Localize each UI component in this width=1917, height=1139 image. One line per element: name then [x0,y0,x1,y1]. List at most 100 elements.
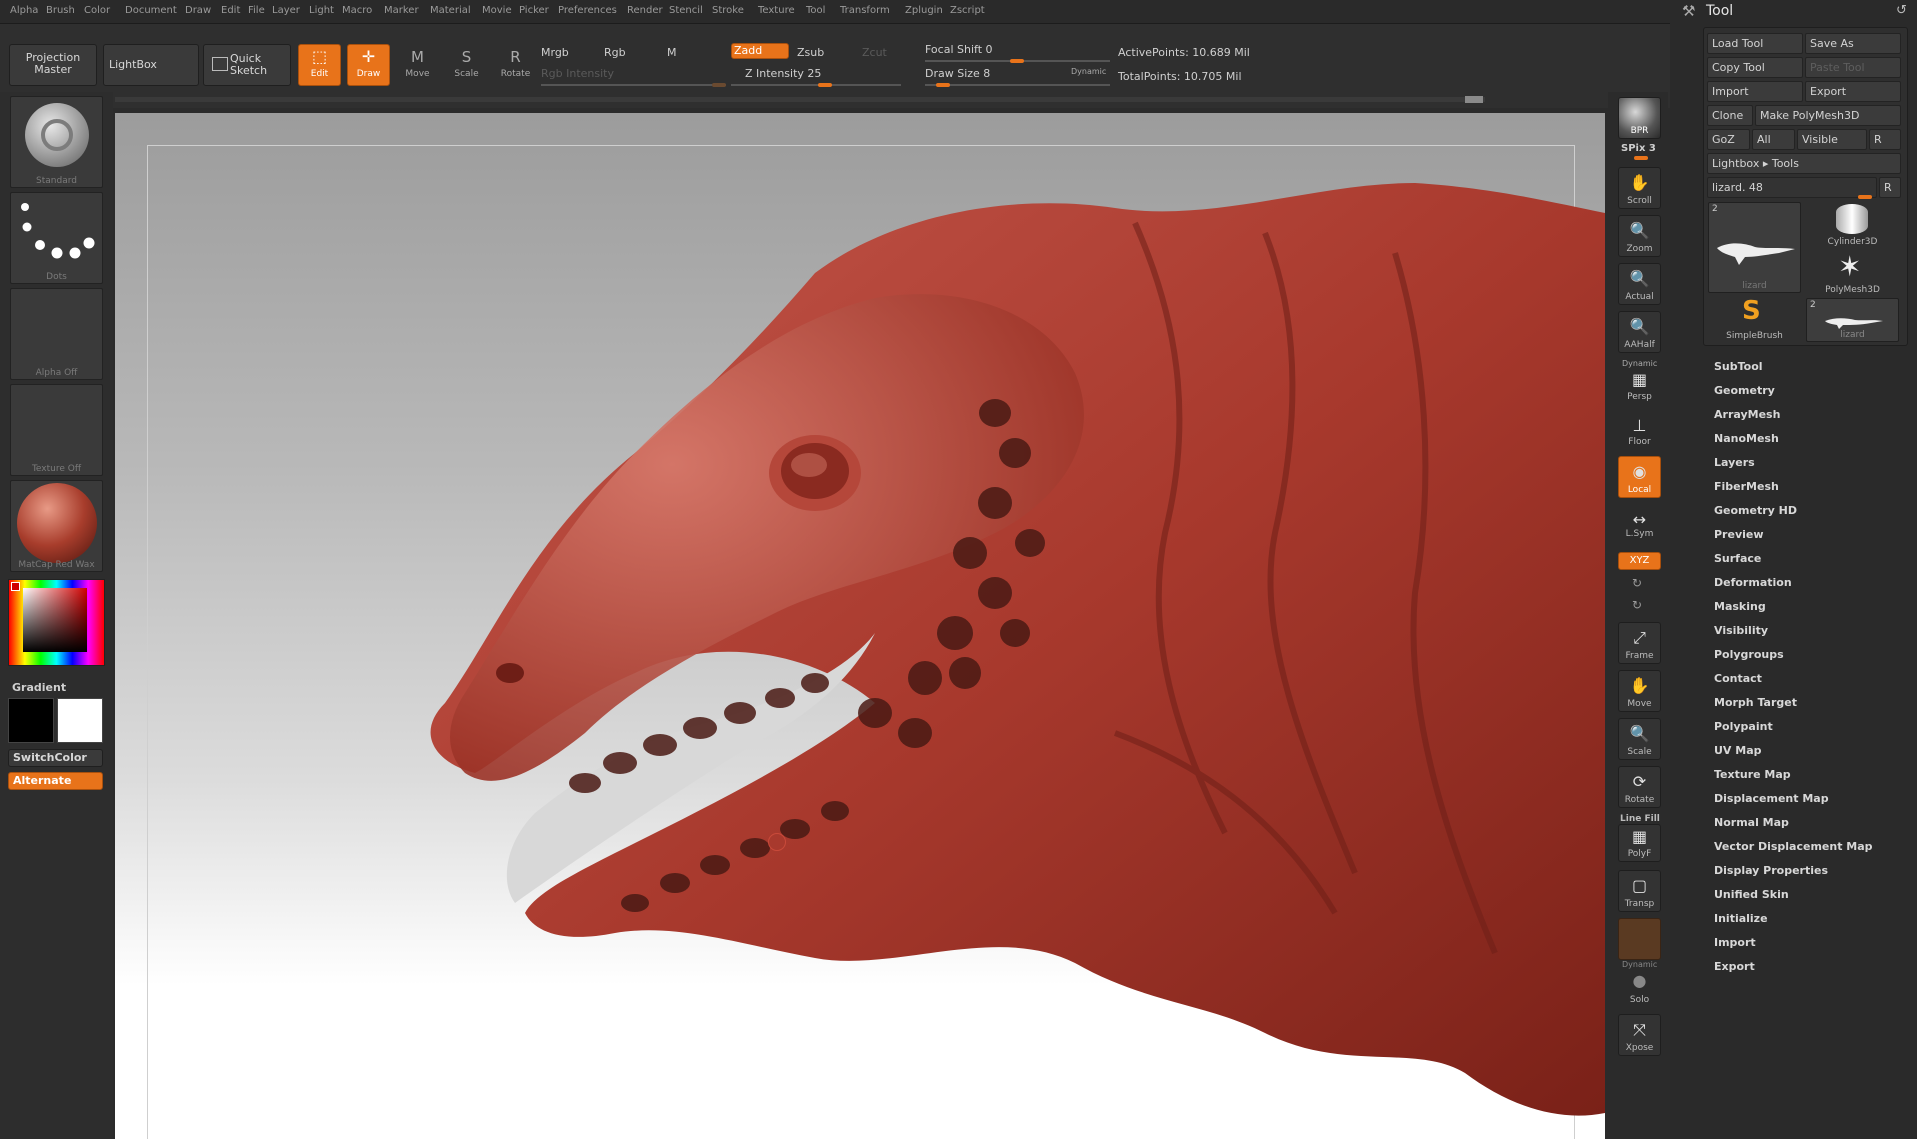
menu-render[interactable]: Render [627,5,663,16]
brush-thumbnail[interactable]: Standard [10,96,103,188]
rotate-button[interactable]: R Rotate [494,44,537,86]
section-geometry-hd[interactable]: Geometry HD [1714,504,1797,517]
menu-movie[interactable]: Movie [482,5,512,16]
dynamic-label[interactable]: Dynamic [1071,67,1106,76]
frame-button[interactable]: ⤢ Frame [1618,622,1661,664]
section-polypaint[interactable]: Polypaint [1714,720,1773,733]
goz-button[interactable]: GoZ [1707,129,1750,150]
rgb-intensity-knob[interactable] [712,83,726,87]
menu-tool[interactable]: Tool [806,5,825,16]
rgb-toggle[interactable]: Rgb [604,46,626,59]
goz-all-button[interactable]: All [1752,129,1795,150]
current-tool-r-button[interactable]: R [1879,177,1901,198]
export-button[interactable]: Export [1805,81,1901,102]
menu-material[interactable]: Material [430,5,471,16]
local-button[interactable]: ◉ Local [1618,456,1661,498]
section-layers[interactable]: Layers [1714,456,1755,469]
section-geometry[interactable]: Geometry [1714,384,1775,397]
menu-color[interactable]: Color [84,5,110,16]
persp-button[interactable]: ▦ Persp [1618,369,1661,405]
section-normal-map[interactable]: Normal Map [1714,816,1789,829]
lsym-button[interactable]: ↔ L.Sym [1618,504,1661,542]
solo-button[interactable]: ● Solo [1618,970,1661,1008]
menu-layer[interactable]: Layer [272,5,300,16]
scale-view-button[interactable]: 🔍 Scale [1618,718,1661,760]
primary-color-swatch[interactable] [8,698,54,743]
menu-edit[interactable]: Edit [221,5,240,16]
tool-palette-title[interactable]: Tool [1706,3,1733,19]
menu-stroke[interactable]: Stroke [712,5,744,16]
toolbar-scroll-strip[interactable] [115,97,1485,102]
section-unified-skin[interactable]: Unified Skin [1714,888,1789,901]
tool-tile-lizard-2[interactable]: 2 lizard [1806,298,1899,342]
bpr-button[interactable]: BPR [1618,97,1661,139]
draw-size-slider[interactable] [925,84,1110,86]
clone-button[interactable]: Clone [1707,105,1753,126]
xpose-button[interactable]: ⤧ Xpose [1618,1014,1661,1056]
rotate-y-icon[interactable]: ↻ [1632,576,1642,590]
alpha-thumbnail[interactable]: Alpha Off [10,288,103,380]
draw-size-knob[interactable] [936,83,950,87]
floor-button[interactable]: ⊥ Floor [1618,410,1661,450]
paste-tool-button[interactable]: Paste Tool [1805,57,1901,78]
projection-master-button[interactable]: Projection Master [9,44,97,86]
z-intensity-knob[interactable] [818,83,832,87]
section-displacement-map[interactable]: Displacement Map [1714,792,1829,805]
tool-tile-simplebrush[interactable]: S SimpleBrush [1708,296,1801,342]
color-picker[interactable] [8,579,105,666]
section-nanomesh[interactable]: NanoMesh [1714,432,1779,445]
section-fibermesh[interactable]: FiberMesh [1714,480,1779,493]
menu-alpha[interactable]: Alpha [10,5,38,16]
draw-button[interactable]: ✛ Draw [347,44,390,86]
section-preview[interactable]: Preview [1714,528,1764,541]
section-uv-map[interactable]: UV Map [1714,744,1762,757]
menu-file[interactable]: File [248,5,265,16]
actual-button[interactable]: 🔍 Actual [1618,263,1661,305]
section-visibility[interactable]: Visibility [1714,624,1768,637]
section-texture-map[interactable]: Texture Map [1714,768,1791,781]
move-view-button[interactable]: ✋ Move [1618,670,1661,712]
move-button[interactable]: M Move [396,44,439,86]
quick-sketch-button[interactable]: Quick Sketch [203,44,291,86]
scroll-button[interactable]: ✋ Scroll [1618,167,1661,209]
document-canvas[interactable] [115,113,1605,1139]
menu-marker[interactable]: Marker [384,5,419,16]
zoom-button[interactable]: 🔍 Zoom [1618,215,1661,257]
section-contact[interactable]: Contact [1714,672,1762,685]
edit-button[interactable]: ⬚ Edit [298,44,341,86]
section-arraymesh[interactable]: ArrayMesh [1714,408,1780,421]
gradient-label[interactable]: Gradient [12,681,66,694]
aahalf-button[interactable]: 🔍 AAHalf [1618,311,1661,353]
lightbox-tools-button[interactable]: Lightbox ▸ Tools [1707,153,1901,174]
current-tool-slider[interactable]: lizard. 48 [1707,177,1877,199]
m-toggle[interactable]: M [667,46,677,59]
polyf-button[interactable]: ▦ PolyF [1618,824,1661,862]
menu-stencil[interactable]: Stencil [669,5,703,16]
secondary-color-swatch[interactable] [57,698,103,743]
section-display-properties[interactable]: Display Properties [1714,864,1828,877]
menu-brush[interactable]: Brush [46,5,75,16]
menu-draw[interactable]: Draw [185,5,211,16]
section-initialize[interactable]: Initialize [1714,912,1768,925]
section-surface[interactable]: Surface [1714,552,1761,565]
rgb-intensity-slider[interactable] [541,84,726,86]
section-subtool[interactable]: SubTool [1714,360,1763,373]
goz-r-button[interactable]: R [1869,129,1901,150]
section-morph-target[interactable]: Morph Target [1714,696,1797,709]
texture-thumbnail[interactable]: Texture Off [10,384,103,476]
load-tool-button[interactable]: Load Tool [1707,33,1803,54]
menu-picker[interactable]: Picker [519,5,549,16]
toolbar-scroll-handle[interactable] [1465,96,1483,103]
spix-knob[interactable] [1634,156,1648,160]
z-intensity-slider[interactable] [731,84,901,86]
section-import[interactable]: Import [1714,936,1756,949]
menu-texture[interactable]: Texture [758,5,795,16]
make-polymesh-button[interactable]: Make PolyMesh3D [1755,105,1901,126]
menu-light[interactable]: Light [309,5,334,16]
ghost-button[interactable] [1618,918,1661,960]
menu-zscript[interactable]: Zscript [950,5,985,16]
rotate-view-button[interactable]: ⟳ Rotate [1618,766,1661,808]
section-polygroups[interactable]: Polygroups [1714,648,1784,661]
section-vector-displacement-map[interactable]: Vector Displacement Map [1714,840,1873,853]
tool-tile-cylinder3d[interactable]: Cylinder3D [1806,202,1899,248]
